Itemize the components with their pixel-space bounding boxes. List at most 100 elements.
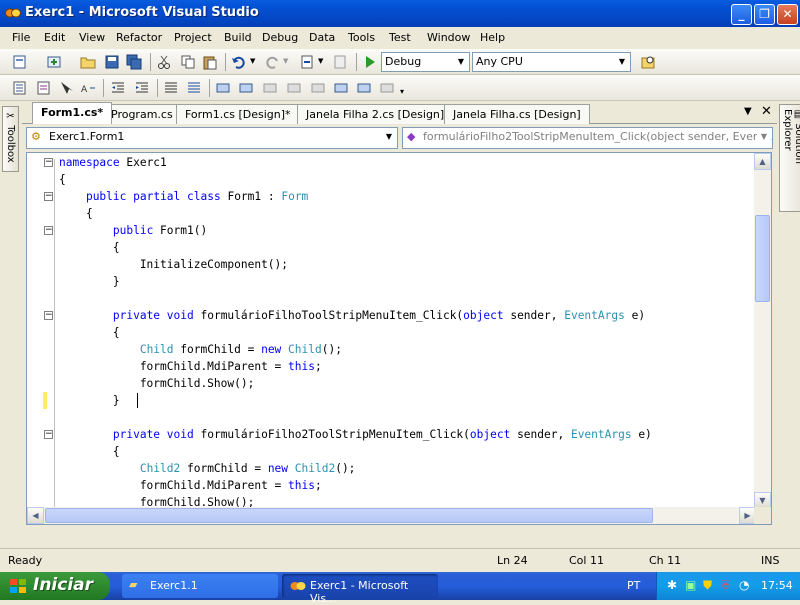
- menu-view[interactable]: View: [79, 31, 105, 44]
- security-shield-icon[interactable]: ⛊: [703, 578, 712, 593]
- save-all-icon[interactable]: [126, 54, 142, 70]
- taskbar-item-visual-studio[interactable]: Exerc1 - Microsoft Vis...: [282, 574, 438, 605]
- add-item-icon[interactable]: [46, 54, 62, 70]
- open-folder-icon[interactable]: [80, 54, 96, 70]
- code-line[interactable]: Child2 formChild = new Child2();: [59, 460, 356, 477]
- code-line[interactable]: }: [59, 273, 120, 290]
- collapse-outline-icon[interactable]: −: [44, 192, 53, 201]
- horizontal-scrollbar[interactable]: ◀ ▶: [27, 507, 756, 524]
- code-line[interactable]: {: [59, 443, 120, 460]
- member-combo[interactable]: ◆ formulárioFilho2ToolStripMenuItem_Clic…: [402, 127, 773, 149]
- code-line[interactable]: public Form1(): [59, 222, 207, 239]
- scroll-left-button[interactable]: ◀: [27, 507, 44, 524]
- collapse-outline-icon[interactable]: −: [44, 226, 53, 235]
- tab-form1-design[interactable]: Form1.cs [Design]*: [176, 104, 300, 124]
- code-line[interactable]: formChild.Show();: [59, 375, 255, 392]
- copy-icon[interactable]: [180, 54, 196, 70]
- code-line[interactable]: Child formChild = new Child();: [59, 341, 342, 358]
- navigate-backward-icon[interactable]: [299, 54, 315, 70]
- navigate-forward-icon[interactable]: [332, 54, 348, 70]
- solution-platform-combo[interactable]: Any CPU ▼: [472, 52, 631, 72]
- menu-file[interactable]: File: [12, 31, 30, 44]
- start-debugging-icon[interactable]: [362, 54, 378, 70]
- text-cursor: [137, 393, 138, 408]
- object-members-icon[interactable]: [12, 80, 28, 96]
- code-line[interactable]: {: [59, 205, 93, 222]
- next-bookmark-document-icon[interactable]: [356, 80, 372, 96]
- menu-edit[interactable]: Edit: [44, 31, 65, 44]
- antivirus-icon[interactable]: ⛨: [721, 578, 730, 593]
- menu-window[interactable]: Window: [427, 31, 470, 44]
- horizontal-scroll-thumb[interactable]: [45, 508, 653, 523]
- solution-explorer-tab[interactable]: ▤ Solution Explorer: [779, 104, 800, 212]
- previous-bookmark-icon[interactable]: [238, 80, 254, 96]
- tab-form1-cs[interactable]: Form1.cs*: [32, 102, 113, 124]
- menu-debug[interactable]: Debug: [262, 31, 298, 44]
- clear-bookmarks-icon[interactable]: [379, 80, 395, 96]
- status-char: Ch 11: [649, 554, 682, 567]
- start-button[interactable]: Iniciar: [0, 572, 110, 600]
- tab-janela-filha-design[interactable]: Janela Filha.cs [Design]: [444, 104, 590, 124]
- code-line[interactable]: }: [59, 392, 126, 409]
- code-line[interactable]: public partial class Form1 : Form: [59, 188, 308, 205]
- next-bookmark-folder-icon[interactable]: [310, 80, 326, 96]
- code-line[interactable]: {: [59, 171, 66, 188]
- collapse-outline-icon[interactable]: −: [44, 158, 53, 167]
- new-project-icon[interactable]: [12, 54, 28, 70]
- close-button[interactable]: ✕: [777, 4, 798, 25]
- code-line[interactable]: private void formulárioFilho2ToolStripMe…: [59, 426, 652, 443]
- redo-icon[interactable]: [264, 54, 280, 70]
- uncomment-lines-icon[interactable]: [186, 80, 202, 96]
- tray-app-icon[interactable]: ✱: [667, 578, 677, 592]
- previous-bookmark-folder-icon[interactable]: [286, 80, 302, 96]
- undo-icon[interactable]: [231, 54, 247, 70]
- scroll-up-button[interactable]: ▲: [754, 153, 771, 170]
- network-icon[interactable]: ▣: [685, 578, 696, 592]
- code-line[interactable]: {: [59, 324, 120, 341]
- word-completion-icon[interactable]: A: [80, 80, 96, 96]
- menu-test[interactable]: Test: [389, 31, 411, 44]
- code-line[interactable]: namespace Exerc1: [59, 154, 167, 171]
- toolbox-tab[interactable]: ✂ Toolbox: [2, 106, 19, 172]
- code-line[interactable]: {: [59, 239, 120, 256]
- previous-bookmark-document-icon[interactable]: [333, 80, 349, 96]
- class-combo[interactable]: ⚙ Exerc1.Form1 ▼: [26, 127, 398, 149]
- code-line[interactable]: formChild.MdiParent = this;: [59, 358, 322, 375]
- code-line[interactable]: InitializeComponent();: [59, 256, 288, 273]
- save-icon[interactable]: [104, 54, 120, 70]
- menu-refactor[interactable]: Refactor: [116, 31, 162, 44]
- collapse-outline-icon[interactable]: −: [44, 311, 53, 320]
- next-bookmark-icon[interactable]: [262, 80, 278, 96]
- collapse-outline-icon[interactable]: −: [44, 430, 53, 439]
- code-line[interactable]: formChild.MdiParent = this;: [59, 477, 322, 494]
- tab-list-dropdown-icon[interactable]: ▼: [744, 106, 752, 117]
- menu-data[interactable]: Data: [309, 31, 335, 44]
- code-line[interactable]: private void formulárioFilhoToolStripMen…: [59, 307, 645, 324]
- toggle-bookmark-icon[interactable]: [215, 80, 231, 96]
- menu-tools[interactable]: Tools: [348, 31, 375, 44]
- find-in-files-icon[interactable]: [640, 54, 656, 70]
- minimize-button[interactable]: _: [731, 4, 752, 25]
- volume-icon[interactable]: ◔: [739, 578, 749, 592]
- paste-icon[interactable]: [202, 54, 218, 70]
- code-editor[interactable]: namespace Exerc1−{ public partial class …: [26, 152, 772, 525]
- cut-icon[interactable]: [156, 54, 172, 70]
- menu-help[interactable]: Help: [480, 31, 505, 44]
- increase-indent-icon[interactable]: [134, 80, 150, 96]
- tab-janela-filha-2-design[interactable]: Janela Filha 2.cs [Design]: [297, 104, 454, 124]
- solution-configuration-combo[interactable]: Debug ▼: [381, 52, 470, 72]
- restore-button[interactable]: ❐: [754, 4, 775, 25]
- menu-project[interactable]: Project: [174, 31, 212, 44]
- parameter-info-icon[interactable]: [36, 80, 52, 96]
- language-indicator[interactable]: PT: [627, 579, 640, 592]
- vertical-scrollbar[interactable]: ▲ ▼: [754, 153, 771, 509]
- menu-build[interactable]: Build: [224, 31, 252, 44]
- decrease-indent-icon[interactable]: [110, 80, 126, 96]
- taskbar-item-exerc1-1[interactable]: ▰ Exerc1.1: [122, 574, 278, 598]
- quick-info-icon[interactable]: [58, 80, 74, 96]
- vertical-scroll-thumb[interactable]: [755, 215, 770, 302]
- comment-lines-icon[interactable]: [163, 80, 179, 96]
- tab-program-cs[interactable]: Program.cs: [102, 104, 182, 124]
- close-tab-icon[interactable]: ✕: [761, 104, 772, 119]
- title-bar[interactable]: Exerc1 - Microsoft Visual Studio _ ❐ ✕: [0, 0, 800, 27]
